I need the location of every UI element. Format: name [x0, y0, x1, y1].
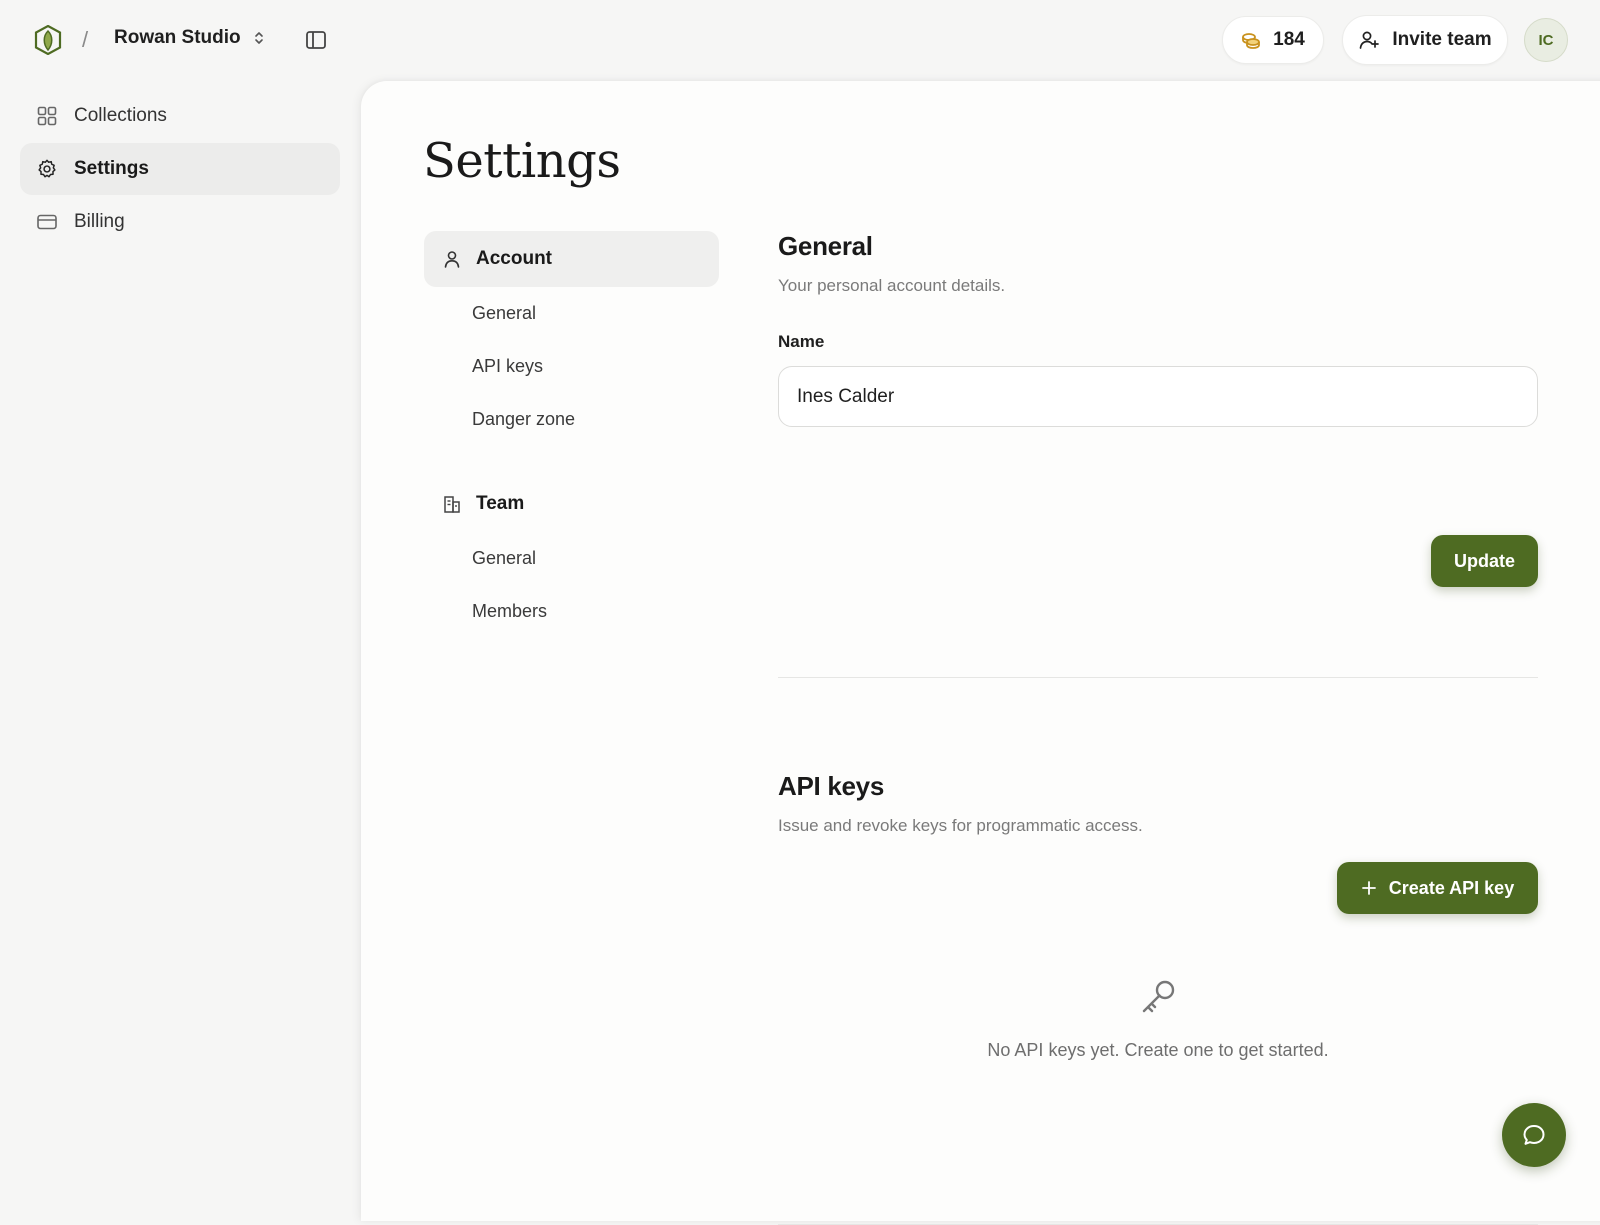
subnav-account-danger-zone[interactable]: Danger zone	[424, 393, 719, 446]
grid-icon	[37, 106, 57, 126]
credits-badge[interactable]: 184	[1222, 16, 1324, 64]
name-field-label: Name	[778, 332, 825, 351]
sidebar-item-settings[interactable]: Settings	[20, 143, 340, 195]
subnav-account[interactable]: Account	[424, 231, 719, 287]
gear-icon	[38, 159, 56, 178]
create-api-key-button[interactable]: Create API key	[1337, 862, 1538, 914]
plus-icon	[1361, 881, 1376, 895]
user-icon	[444, 251, 460, 268]
main-panel: Settings Account General API keys Danger…	[361, 81, 1600, 1225]
update-button[interactable]: Update	[1431, 535, 1538, 587]
workspace-name: Rowan Studio	[114, 27, 241, 48]
api-keys-section-description: Issue and revoke keys for programmatic a…	[778, 816, 1143, 835]
chevron-up-down-icon	[254, 32, 263, 44]
sidebar-item-collections[interactable]: Collections	[20, 90, 340, 142]
building-icon	[444, 496, 460, 513]
subnav-account-label: Account	[476, 248, 552, 269]
top-bar: / Rowan Studio 184 Invite team IC	[0, 0, 1600, 80]
chat-button[interactable]	[1502, 1103, 1566, 1167]
page-title: Settings	[423, 133, 621, 189]
sidebar: Collections Settings Billing	[20, 90, 340, 249]
subnav-account-general[interactable]: General	[424, 287, 719, 340]
coins-icon	[1242, 33, 1261, 49]
sidebar-item-billing[interactable]: Billing	[20, 196, 340, 248]
sidebar-item-label: Billing	[74, 211, 125, 232]
sidebar-toggle-icon[interactable]	[304, 28, 328, 52]
general-section-title: General	[778, 231, 873, 261]
logo-icon[interactable]	[34, 25, 62, 55]
section-divider	[778, 677, 1538, 678]
chat-bubble-icon	[1523, 1125, 1545, 1145]
settings-subnav: Account General API keys Danger zone Tea…	[424, 231, 719, 638]
subnav-team-members[interactable]: Members	[424, 585, 719, 638]
subnav-team-label: Team	[476, 493, 525, 514]
avatar[interactable]: IC	[1524, 18, 1568, 62]
subnav-account-api-keys[interactable]: API keys	[424, 340, 719, 393]
user-plus-icon	[1360, 31, 1380, 49]
subnav-team[interactable]: Team	[424, 476, 719, 532]
key-icon	[1142, 980, 1175, 1013]
name-input[interactable]	[778, 366, 1538, 427]
invite-team-label: Invite team	[1392, 29, 1492, 50]
sidebar-item-label: Collections	[74, 105, 167, 126]
settings-content: General Your personal account details. N…	[778, 231, 1538, 1225]
subnav-team-general[interactable]: General	[424, 532, 719, 585]
create-api-key-label: Create API key	[1388, 877, 1515, 898]
credits-count: 184	[1273, 29, 1305, 50]
general-section-description: Your personal account details.	[778, 276, 1006, 295]
breadcrumb-separator: /	[82, 27, 89, 52]
api-keys-empty-text: No API keys yet. Create one to get start…	[987, 1040, 1329, 1060]
api-keys-empty-state: No API keys yet. Create one to get start…	[778, 976, 1538, 1061]
card-icon	[37, 214, 57, 230]
api-keys-section: API keys Issue and revoke keys for progr…	[778, 771, 1538, 836]
workspace-switcher[interactable]: Rowan Studio	[114, 27, 265, 49]
sidebar-item-label: Settings	[74, 158, 149, 179]
api-keys-section-title: API keys	[778, 771, 885, 801]
invite-team-button[interactable]: Invite team	[1342, 15, 1508, 65]
